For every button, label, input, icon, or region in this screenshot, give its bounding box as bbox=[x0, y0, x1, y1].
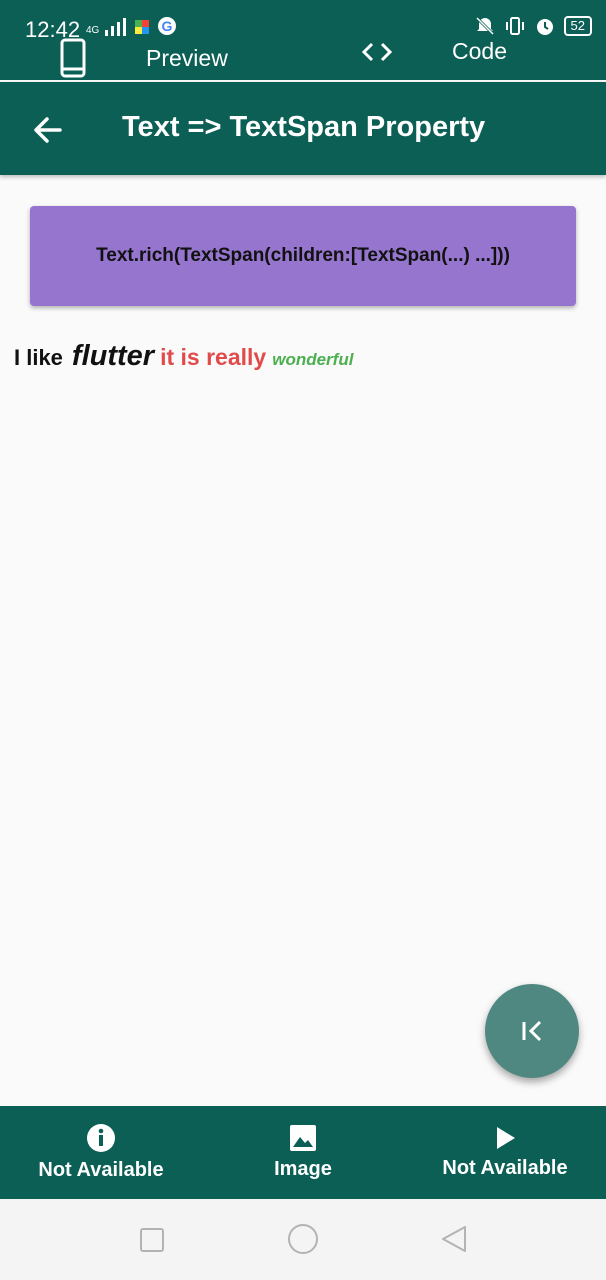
puzzle-icon bbox=[135, 20, 150, 34]
code-card-text: Text.rich(TextSpan(children:[TextSpan(..… bbox=[96, 245, 510, 266]
bottom-nav: Not Available Image Not Available bbox=[0, 1106, 606, 1199]
rich-span-2: flutter bbox=[71, 340, 155, 372]
nav-label-info: Not Available bbox=[38, 1159, 164, 1181]
battery-icon: 52 bbox=[563, 16, 592, 36]
svg-text:G: G bbox=[162, 18, 173, 34]
info-icon bbox=[87, 1124, 115, 1152]
code-icon bbox=[361, 42, 393, 61]
first-page-icon bbox=[522, 1020, 542, 1042]
app-bar: Text => TextSpan Property bbox=[0, 82, 606, 175]
alarm-icon bbox=[536, 19, 553, 35]
mute-icon bbox=[475, 16, 494, 36]
nav-item-info[interactable]: Not Available bbox=[0, 1106, 202, 1199]
rich-span-3: it is really bbox=[160, 344, 267, 370]
rich-span-4: wonderful bbox=[272, 350, 354, 369]
first-page-fab[interactable] bbox=[485, 984, 579, 1078]
status-left-icons: 4G G bbox=[86, 16, 177, 36]
battery-level: 52 bbox=[570, 18, 585, 33]
rich-span-1: I like bbox=[14, 345, 63, 370]
system-nav-bar bbox=[0, 1199, 606, 1280]
back-arrow-icon[interactable] bbox=[30, 112, 66, 148]
tab-code-label: Code bbox=[452, 38, 507, 64]
tab-strip: Preview Code bbox=[0, 38, 606, 80]
image-icon bbox=[290, 1125, 316, 1151]
nav-label-play: Not Available bbox=[442, 1157, 568, 1179]
home-icon[interactable] bbox=[287, 1223, 319, 1255]
tab-preview[interactable]: Preview bbox=[60, 38, 228, 78]
recents-icon[interactable] bbox=[139, 1227, 165, 1253]
status-right-icons: 52 bbox=[474, 15, 592, 37]
tab-code[interactable]: Code bbox=[360, 38, 507, 65]
network-label: 4G bbox=[86, 25, 100, 36]
google-icon: G bbox=[158, 17, 177, 35]
status-bar: 12:42 4G G 52 Preview Code bbox=[0, 0, 606, 80]
code-card: Text.rich(TextSpan(children:[TextSpan(..… bbox=[30, 206, 576, 306]
tab-preview-label: Preview bbox=[146, 44, 228, 71]
page-title: Text => TextSpan Property bbox=[122, 111, 486, 143]
rich-text: I like flutter it is really wonderful bbox=[14, 340, 353, 373]
nav-item-play[interactable]: Not Available bbox=[404, 1106, 606, 1199]
play-icon bbox=[497, 1127, 515, 1149]
back-icon[interactable] bbox=[440, 1224, 468, 1254]
signal-icon bbox=[105, 18, 127, 36]
vibrate-icon bbox=[505, 17, 524, 35]
nav-label-image: Image bbox=[274, 1158, 332, 1180]
nav-item-image[interactable]: Image bbox=[202, 1106, 404, 1199]
phone-icon bbox=[60, 38, 86, 78]
